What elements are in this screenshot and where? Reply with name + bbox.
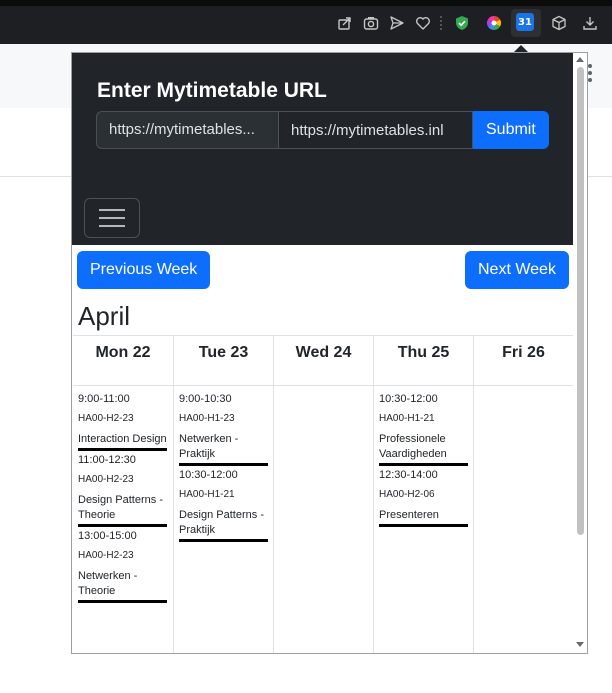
calendar-icon[interactable]: 31 [516,13,534,31]
toolbar-separator [440,16,442,30]
event-room: HA00-H2-23 [78,474,134,485]
day-column-tue: Tue 23 9:00-10:30 HA00-H1-23 Netwerken -… [173,336,273,653]
day-header: Thu 25 [374,336,473,386]
event-card[interactable]: 12:30-14:00 HA00-H2-06 Presenteren [379,468,468,527]
event-name: Interaction Design [78,432,167,451]
previous-week-button[interactable]: Previous Week [77,251,211,289]
menu-toggle-button[interactable] [84,198,140,238]
event-time: 10:30-12:00 [179,469,238,481]
hamburger-icon [99,225,125,227]
day-column-mon: Mon 22 9:00-11:00 HA00-H2-23 Interaction… [73,336,173,653]
scroll-down-icon[interactable] [576,642,584,647]
event-name: Netwerken - Praktijk [179,432,268,466]
tab-strip [0,0,612,6]
extension-popup: Enter Mytimetable URL https://mytimetabl… [71,52,588,654]
day-header: Wed 24 [274,336,373,386]
browser-toolbar: 31 [0,0,612,44]
event-card[interactable]: 13:00-15:00 HA00-H2-23 Netwerken - Theor… [78,529,167,603]
day-header: Mon 22 [73,336,173,386]
day-header: Fri 26 [474,336,573,386]
event-room: HA00-H2-23 [78,413,134,424]
shield-check-icon[interactable] [453,14,471,32]
event-room: HA00-H1-23 [179,413,235,424]
day-column-fri: Fri 26 [473,336,573,653]
event-time: 9:00-11:00 [78,393,130,405]
event-name: Design Patterns - Praktijk [179,508,268,542]
event-room: HA00-H2-23 [78,550,134,561]
day-header: Tue 23 [174,336,273,386]
day-column-thu: Thu 25 10:30-12:00 HA00-H1-21 Profession… [373,336,473,653]
event-name: Design Patterns - Theorie [78,493,167,527]
scroll-up-icon[interactable] [576,57,584,62]
scrollbar-thumb[interactable] [577,67,584,535]
hamburger-icon [99,209,125,211]
event-room: HA00-H1-21 [179,489,235,500]
popup-scrollbar[interactable] [573,53,587,653]
event-card[interactable]: 10:30-12:00 HA00-H1-21 Professionele Vaa… [379,392,468,466]
event-card[interactable]: 11:00-12:30 HA00-H2-23 Design Patterns -… [78,453,167,527]
month-heading: April [78,301,131,331]
download-icon[interactable] [581,14,599,32]
hamburger-icon [99,217,125,219]
event-name: Presenteren [379,508,468,527]
timetable-grid: Mon 22 9:00-11:00 HA00-H2-23 Interaction… [73,335,573,653]
url-input[interactable] [279,111,473,149]
event-card[interactable]: 10:30-12:00 HA00-H1-21 Design Patterns -… [179,468,268,542]
next-week-button[interactable]: Next Week [465,251,569,289]
heart-icon[interactable] [414,14,432,32]
camera-icon[interactable] [362,14,380,32]
color-wheel-icon[interactable] [485,14,503,32]
event-card[interactable]: 9:00-10:30 HA00-H1-23 Netwerken - Prakti… [179,392,268,466]
send-icon[interactable] [388,14,406,32]
event-time: 13:00-15:00 [78,530,137,542]
event-time: 12:30-14:00 [379,469,438,481]
cube-icon[interactable] [550,14,568,32]
saved-url-select[interactable]: https://mytimetables... [96,111,279,149]
day-column-wed: Wed 24 [273,336,373,653]
event-room: HA00-H2-06 [379,489,435,500]
url-input-group: https://mytimetables... Submit [96,111,549,149]
event-time: 9:00-10:30 [179,393,232,405]
more-options-icon[interactable] [588,64,592,82]
event-name: Professionele Vaardigheden [379,432,468,466]
event-time: 11:00-12:30 [78,454,136,466]
popup-header: Enter Mytimetable URL https://mytimetabl… [72,53,573,245]
popup-title: Enter Mytimetable URL [97,79,327,102]
event-card[interactable]: 9:00-11:00 HA00-H2-23 Interaction Design [78,392,167,451]
event-time: 10:30-12:00 [379,393,438,405]
share-icon[interactable] [336,14,354,32]
submit-button[interactable]: Submit [473,111,549,149]
event-room: HA00-H1-21 [379,413,435,424]
event-name: Netwerken - Theorie [78,569,167,603]
